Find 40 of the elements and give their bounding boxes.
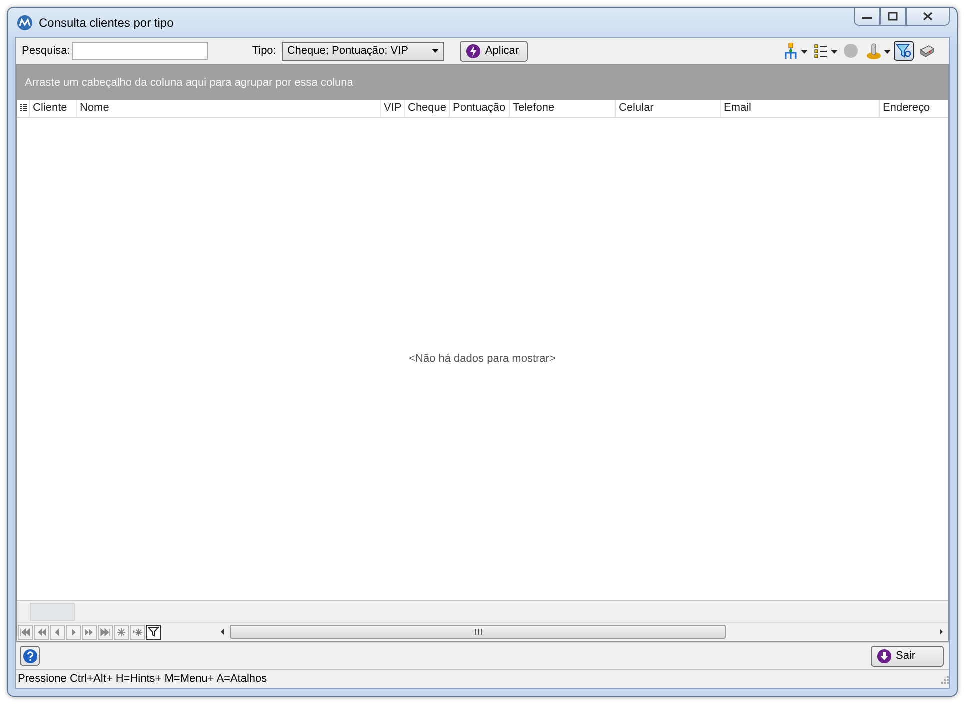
group-by-hint: Arraste um cabeçalho da coluna aqui para agrupar por essa coluna [25, 76, 354, 88]
minimize-button[interactable] [854, 8, 880, 26]
resize-grip-icon[interactable] [939, 674, 949, 684]
column-header[interactable]: Celular [616, 100, 721, 117]
column-header[interactable]: Cliente [30, 100, 77, 117]
window-title: Consulta clientes por tipo [39, 16, 175, 30]
column-header[interactable]: Telefone [510, 100, 616, 117]
insert-record-icon[interactable] [114, 624, 129, 640]
maximize-icon [888, 12, 898, 21]
filter-button[interactable] [146, 624, 161, 640]
empty-grid-message: <Não há dados para mostrar> [409, 353, 556, 365]
maximize-button[interactable] [880, 8, 906, 26]
column-header[interactable]: Pontuação [450, 100, 510, 117]
column-chooser-icon[interactable] [20, 104, 26, 113]
search-label: Pesquisa: [22, 45, 70, 57]
exit-button[interactable]: Sair [871, 646, 944, 666]
type-dropdown[interactable]: Cheque; Pontuação; VIP [282, 42, 444, 60]
column-header[interactable]: Cheque [405, 100, 450, 117]
apply-button[interactable]: Aplicar [460, 40, 528, 62]
dropdown-arrow-icon [432, 49, 440, 53]
next-page-icon[interactable] [82, 624, 97, 640]
grip-icon [474, 629, 482, 635]
last-record-icon[interactable] [98, 624, 113, 640]
filter-toggle-icon[interactable] [894, 41, 914, 61]
app-logo-icon [17, 14, 33, 30]
search-field[interactable] [72, 42, 208, 60]
previous-record-icon[interactable] [50, 624, 65, 640]
column-header[interactable]: Email [721, 100, 880, 117]
column-header[interactable]: VIP [381, 100, 405, 117]
first-record-icon[interactable] [18, 624, 33, 640]
close-icon [923, 12, 933, 21]
help-button[interactable] [20, 646, 40, 666]
close-button[interactable] [906, 8, 950, 26]
lightning-icon [466, 44, 482, 58]
type-label: Tipo: [252, 45, 276, 57]
previous-page-icon[interactable] [34, 624, 49, 640]
status-bar-text: Pressione Ctrl+Alt+ H=Hints+ M=Menu+ A=Atalhos [18, 673, 268, 685]
next-record-icon[interactable] [66, 624, 81, 640]
column-header[interactable]: Endereço [880, 100, 948, 117]
column-header[interactable]: Nome [77, 100, 381, 117]
